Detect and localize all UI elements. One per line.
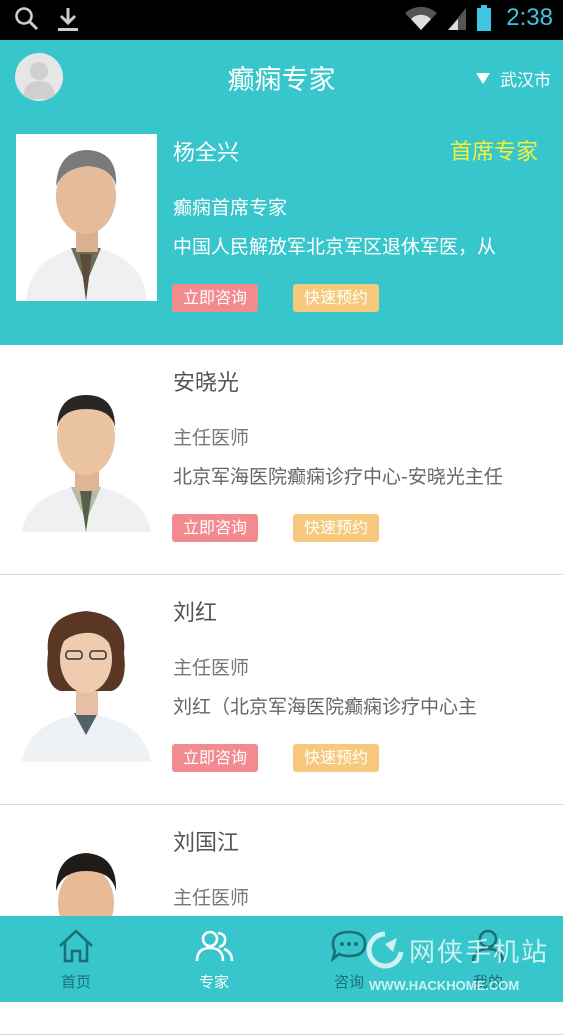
consult-now-button[interactable]: 立即咨询: [172, 514, 259, 542]
wifi-icon: [405, 6, 438, 30]
status-bar: 2:38: [0, 0, 563, 40]
home-icon: [59, 929, 93, 963]
nav-home-label: 首页: [60, 973, 91, 991]
doctor-name: 刘红: [173, 601, 218, 626]
consult-now-button[interactable]: 立即咨询: [172, 744, 259, 772]
city-label: 武汉市: [500, 71, 551, 91]
download-icon: [58, 8, 78, 31]
app-header: 癫痫专家 武汉市: [0, 40, 563, 115]
consult-now-button[interactable]: 立即咨询: [172, 284, 259, 312]
quick-booking-button[interactable]: 快速预约: [293, 514, 380, 542]
watermark-url: WWW.HACKHOME.COM: [369, 978, 520, 993]
city-selector[interactable]: 武汉市: [476, 66, 551, 91]
experts-icon: [195, 930, 234, 962]
search-icon: [15, 7, 39, 31]
chat-icon: [330, 930, 367, 963]
doctor-photo: [16, 365, 157, 532]
doctor-title: 主任医师: [173, 657, 250, 679]
status-time: 2:38: [506, 4, 553, 31]
watermark-text: 网侠手机站: [409, 938, 550, 968]
doctor-card[interactable]: 安晓光 主任医师 北京军海医院癫痫诊疗中心-安晓光主任 立即咨询 快速预约: [0, 345, 563, 575]
battery-icon: [477, 5, 492, 31]
doctor-name: 安晓光: [173, 371, 240, 396]
doctor-name: 刘国江: [173, 831, 240, 856]
nav-home[interactable]: 首页: [36, 916, 116, 1002]
doctor-title: 癫痫首席专家: [173, 197, 288, 219]
dropdown-triangle-icon: [476, 73, 490, 84]
doctor-card-featured[interactable]: 杨全兴 首席专家 癫痫首席专家 中国人民解放军北京军区退休军医，从 立即咨询 快…: [0, 115, 563, 345]
doctor-card[interactable]: 刘红 主任医师 刘红（北京军海医院癫痫诊疗中心主 立即咨询 快速预约: [0, 575, 563, 805]
doctor-description: 刘红（北京军海医院癫痫诊疗中心主: [173, 696, 478, 718]
doctor-description: 北京军海医院癫痫诊疗中心-安晓光主任: [173, 466, 503, 488]
doctor-description: 中国人民解放军北京军区退休军医，从: [173, 236, 497, 258]
doctor-title: 主任医师: [173, 427, 250, 449]
avatar-placeholder-icon: [23, 62, 55, 99]
doctor-photo: [16, 134, 157, 301]
nav-experts-label: 专家: [198, 973, 229, 991]
signal-icon: [448, 8, 467, 30]
watermark-logo-icon: [366, 931, 404, 969]
watermark: 网侠手机站 WWW.HACKHOME.COM: [365, 930, 555, 998]
doctor-photo: [16, 595, 157, 762]
user-avatar[interactable]: [15, 53, 63, 101]
quick-booking-button[interactable]: 快速预约: [293, 284, 380, 312]
chief-expert-badge: 首席专家: [449, 140, 538, 165]
nav-experts[interactable]: 专家: [174, 916, 254, 1002]
doctor-name: 杨全兴: [173, 141, 240, 166]
doctor-title: 主任医师: [173, 887, 250, 909]
quick-booking-button[interactable]: 快速预约: [293, 744, 380, 772]
